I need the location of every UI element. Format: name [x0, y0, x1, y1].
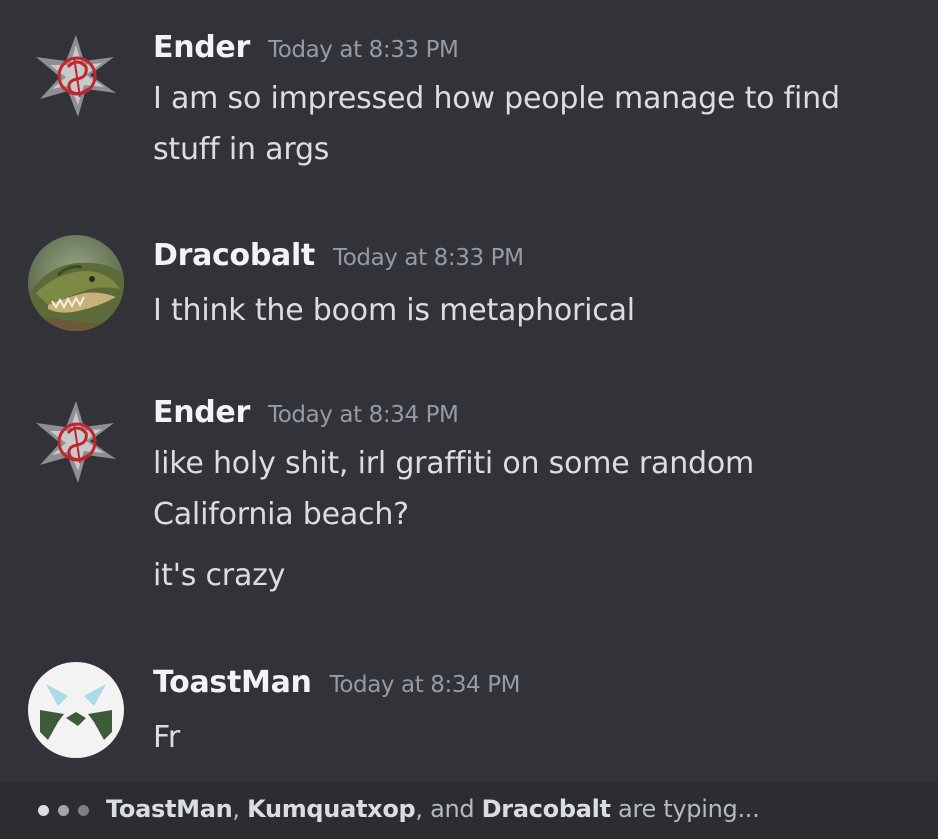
timestamp[interactable]: Today at 8:34 PM: [268, 402, 459, 428]
typing-separator: ,: [232, 795, 248, 823]
typing-user: ToastMan: [106, 795, 233, 823]
message-text: stuff in args: [153, 132, 330, 167]
message-text: it's crazy: [153, 558, 286, 593]
dragon-photo-avatar: [28, 235, 124, 331]
message-header: ToastMan Today at 8:34 PM: [153, 665, 521, 700]
timestamp[interactable]: Today at 8:34 PM: [330, 672, 521, 698]
typing-separator: , and: [415, 795, 482, 823]
typing-user: Kumquatxop: [247, 795, 416, 823]
avatar[interactable]: [28, 662, 124, 758]
username[interactable]: Dracobalt: [153, 238, 315, 273]
avatar[interactable]: [28, 393, 124, 489]
message-header: Dracobalt Today at 8:33 PM: [153, 238, 524, 273]
message-text: like holy shit, irl graffiti on some ran…: [153, 446, 755, 481]
toastman-logo-avatar: [28, 662, 124, 758]
typing-suffix: are typing...: [610, 795, 760, 823]
message-text: Fr: [153, 720, 181, 755]
timestamp[interactable]: Today at 8:33 PM: [333, 245, 524, 271]
typing-user: Dracobalt: [481, 795, 611, 823]
timestamp[interactable]: Today at 8:33 PM: [268, 37, 459, 63]
typing-dot: [58, 805, 69, 816]
avatar[interactable]: [28, 235, 124, 331]
username[interactable]: ToastMan: [153, 665, 312, 700]
username[interactable]: Ender: [153, 30, 250, 65]
ender-sigil-icon: [28, 27, 124, 123]
message-header: Ender Today at 8:34 PM: [153, 395, 459, 430]
message-text: California beach?: [153, 497, 409, 532]
typing-text: ToastMan, Kumquatxop, and Dracobalt are …: [106, 795, 760, 823]
username[interactable]: Ender: [153, 395, 250, 430]
typing-dot: [78, 805, 89, 816]
message-text: I think the boom is metaphorical: [153, 293, 635, 328]
typing-indicator: ToastMan, Kumquatxop, and Dracobalt are …: [0, 781, 938, 839]
chat-message-list: Ender Today at 8:33 PM I am so impressed …: [0, 0, 938, 839]
avatar[interactable]: [28, 27, 124, 123]
typing-dot: [38, 805, 49, 816]
message-header: Ender Today at 8:33 PM: [153, 30, 459, 65]
ender-sigil-icon: [28, 393, 124, 489]
message-text: I am so impressed how people manage to f…: [153, 81, 840, 116]
